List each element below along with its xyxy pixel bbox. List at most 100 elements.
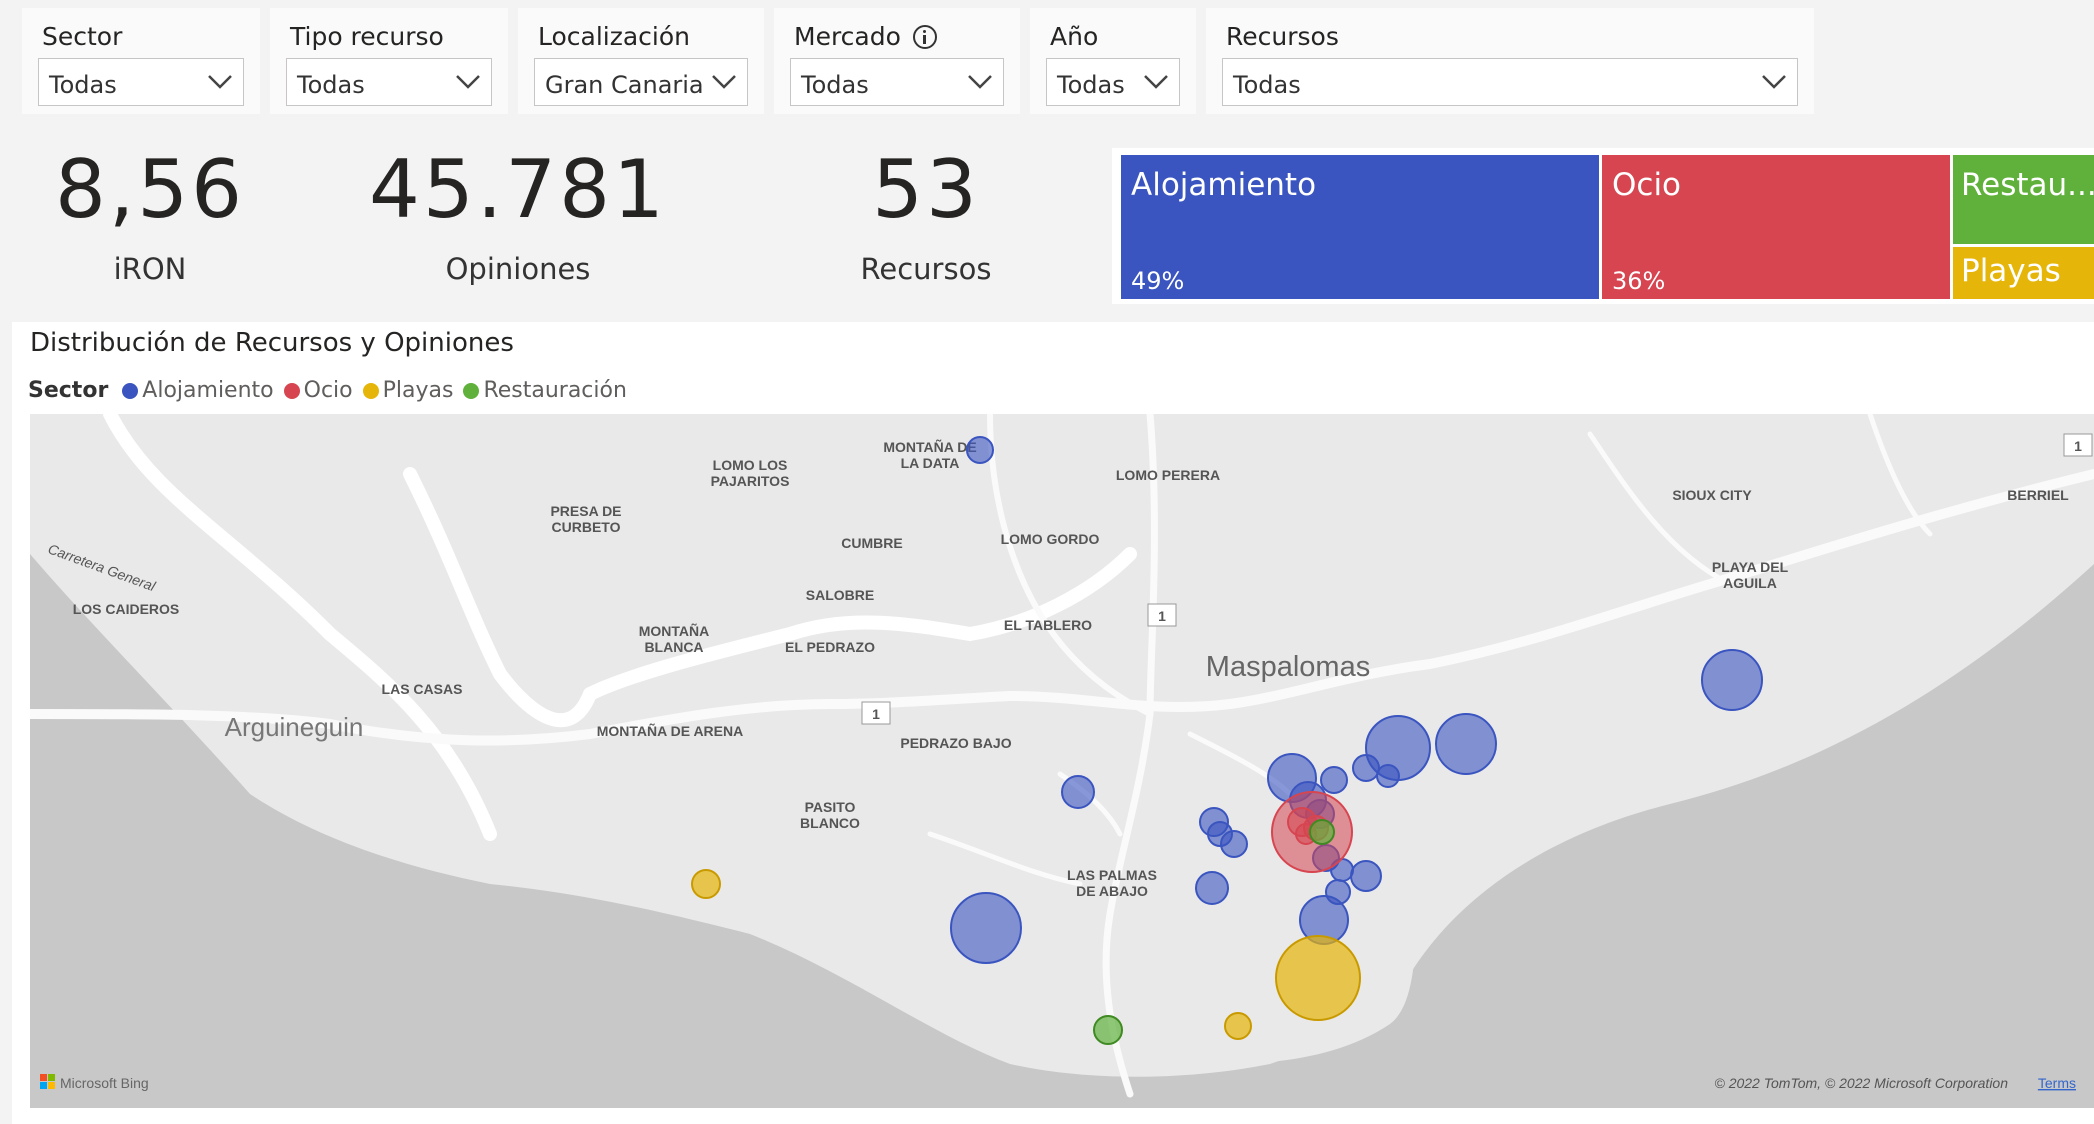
kpi-recursos: 53 Recursos xyxy=(776,143,1076,287)
map-copyright: © 2022 TomTom, © 2022 Microsoft Corporat… xyxy=(1714,1075,2008,1091)
slicer-title-text: Mercado xyxy=(794,22,901,51)
kpi-label: iRON xyxy=(113,252,187,286)
bubble-alojamiento[interactable] xyxy=(1352,754,1380,782)
place-label: MONTAÑA xyxy=(639,622,710,639)
bubble-playas[interactable] xyxy=(691,869,721,899)
place-label: LOS CAIDEROS xyxy=(73,601,180,617)
legend-title: Sector xyxy=(28,378,109,403)
place-label: LAS PALMAS xyxy=(1067,867,1157,883)
legend-label: Restauración xyxy=(483,378,627,403)
tipo-recurso-dropdown[interactable]: Todas xyxy=(286,58,492,106)
legend-item-alojamiento[interactable]: Alojamiento xyxy=(122,378,274,403)
slicer-mercado: Mercado Todas xyxy=(774,8,1020,114)
kpi-iron: 8,56 iRON xyxy=(0,143,300,287)
road-badge-label: 1 xyxy=(872,706,880,722)
place-label: SIOUX CITY xyxy=(1672,487,1752,503)
localizacion-dropdown[interactable]: Gran Canaria xyxy=(534,58,748,106)
road-badge-label: 1 xyxy=(2074,438,2082,454)
legend-dot xyxy=(362,382,379,399)
bing-logo-text: Microsoft Bing xyxy=(60,1075,149,1091)
treemap-tile-playas[interactable]: Playas xyxy=(1953,247,2094,299)
chevron-down-icon xyxy=(968,75,992,89)
dropdown-value: Todas xyxy=(297,71,365,99)
bubble-alojamiento[interactable] xyxy=(966,436,994,464)
kpi-value: 53 xyxy=(872,143,980,236)
kpi-value: 45.781 xyxy=(369,143,667,236)
slicer-title: Año xyxy=(1050,22,1099,51)
chevron-down-icon xyxy=(456,75,480,89)
bubble-alojamiento[interactable] xyxy=(1061,775,1095,809)
chevron-down-icon xyxy=(208,75,232,89)
info-icon[interactable] xyxy=(912,24,937,49)
dropdown-value: Todas xyxy=(49,71,117,99)
bubble-alojamiento[interactable] xyxy=(1376,764,1400,788)
kpi-label: Opiniones xyxy=(445,252,591,286)
slicer-title: Sector xyxy=(42,22,123,51)
kpi-value: 8,56 xyxy=(54,143,246,236)
ano-dropdown[interactable]: Todas xyxy=(1046,58,1180,106)
place-label: BERRIEL xyxy=(2007,487,2069,503)
dropdown-value: Gran Canaria xyxy=(545,71,704,99)
place-label: AGUILA xyxy=(1723,575,1777,591)
recursos-dropdown[interactable]: Todas xyxy=(1222,58,1798,106)
place-label: LA DATA xyxy=(901,455,960,471)
chevron-down-icon xyxy=(1762,75,1786,89)
place-label: PRESA DE xyxy=(550,503,621,519)
slicer-localizacion: Localización Gran Canaria xyxy=(518,8,764,114)
legend-dot xyxy=(122,382,139,399)
bubble-alojamiento[interactable] xyxy=(1435,713,1497,775)
bubble-alojamiento[interactable] xyxy=(1320,766,1348,794)
slicer-tipo-recurso: Tipo recurso Todas xyxy=(270,8,508,114)
dropdown-value: Todas xyxy=(1233,71,1301,99)
bubble-alojamiento[interactable] xyxy=(1195,871,1229,905)
bubble-alojamiento[interactable] xyxy=(950,892,1022,964)
road-badge: 1 xyxy=(861,701,891,725)
chevron-down-icon xyxy=(1144,75,1168,89)
treemap-tile-alojamiento[interactable]: Alojamiento 49% xyxy=(1121,155,1599,299)
sector-treemap: Alojamiento 49% Ocio 36% Restau... Playa… xyxy=(1112,148,2094,304)
slicer-recursos: Recursos Todas xyxy=(1206,8,1814,114)
slicer-title: Tipo recurso xyxy=(290,22,444,51)
bubble-map[interactable]: 1 1 1 MONTAÑA DE LA DATA LOMO LOS PAJARI… xyxy=(30,414,2094,1108)
place-label: PEDRAZO BAJO xyxy=(900,735,1011,751)
legend-item-playas[interactable]: Playas xyxy=(362,378,453,403)
bubble-alojamiento[interactable] xyxy=(1350,860,1382,892)
bubble-alojamiento[interactable] xyxy=(1701,649,1763,711)
place-label: Arguineguin xyxy=(225,712,364,742)
terms-link[interactable]: Terms xyxy=(2038,1075,2076,1091)
place-label: CUMBRE xyxy=(841,535,902,551)
bubble-alojamiento[interactable] xyxy=(1220,830,1248,858)
dropdown-value: Todas xyxy=(801,71,869,99)
place-label: LOMO GORDO xyxy=(1001,531,1100,547)
tile-name: Alojamiento xyxy=(1131,167,1317,203)
place-label: EL TABLERO xyxy=(1004,617,1092,633)
legend-dot xyxy=(283,382,300,399)
map-title: Distribución de Recursos y Opiniones xyxy=(30,328,514,358)
slicer-title: Localización xyxy=(538,22,691,51)
bubble-restauracion[interactable] xyxy=(1309,819,1335,845)
mercado-dropdown[interactable]: Todas xyxy=(790,58,1004,106)
kpi-label: Recursos xyxy=(860,252,992,286)
place-label: Maspalomas xyxy=(1206,651,1370,683)
treemap-tile-ocio[interactable]: Ocio 36% xyxy=(1602,155,1950,299)
tile-name: Playas xyxy=(1961,253,2061,289)
bubble-playas[interactable] xyxy=(1275,935,1361,1021)
bubble-restauracion[interactable] xyxy=(1093,1015,1123,1045)
legend-item-restauracion[interactable]: Restauración xyxy=(463,378,627,403)
place-label: BLANCO xyxy=(800,815,860,831)
road-badge: 1 xyxy=(2063,433,2093,457)
legend-item-ocio[interactable]: Ocio xyxy=(283,378,353,403)
treemap-tile-restauracion[interactable]: Restau... xyxy=(1953,155,2094,244)
legend-dot xyxy=(463,382,480,399)
place-label: PASITO xyxy=(805,799,856,815)
tile-name: Restau... xyxy=(1961,167,2094,203)
bubble-playas[interactable] xyxy=(1224,1012,1252,1040)
sector-dropdown[interactable]: Todas xyxy=(38,58,244,106)
road-badge: 1 xyxy=(1147,603,1177,627)
place-label: DE ABAJO xyxy=(1076,883,1148,899)
slicer-title: Recursos xyxy=(1226,22,1339,51)
place-label: LAS CASAS xyxy=(382,681,463,697)
place-label: LOMO PERERA xyxy=(1116,467,1220,483)
tile-percent: 36% xyxy=(1612,267,1666,295)
chevron-down-icon xyxy=(712,75,736,89)
